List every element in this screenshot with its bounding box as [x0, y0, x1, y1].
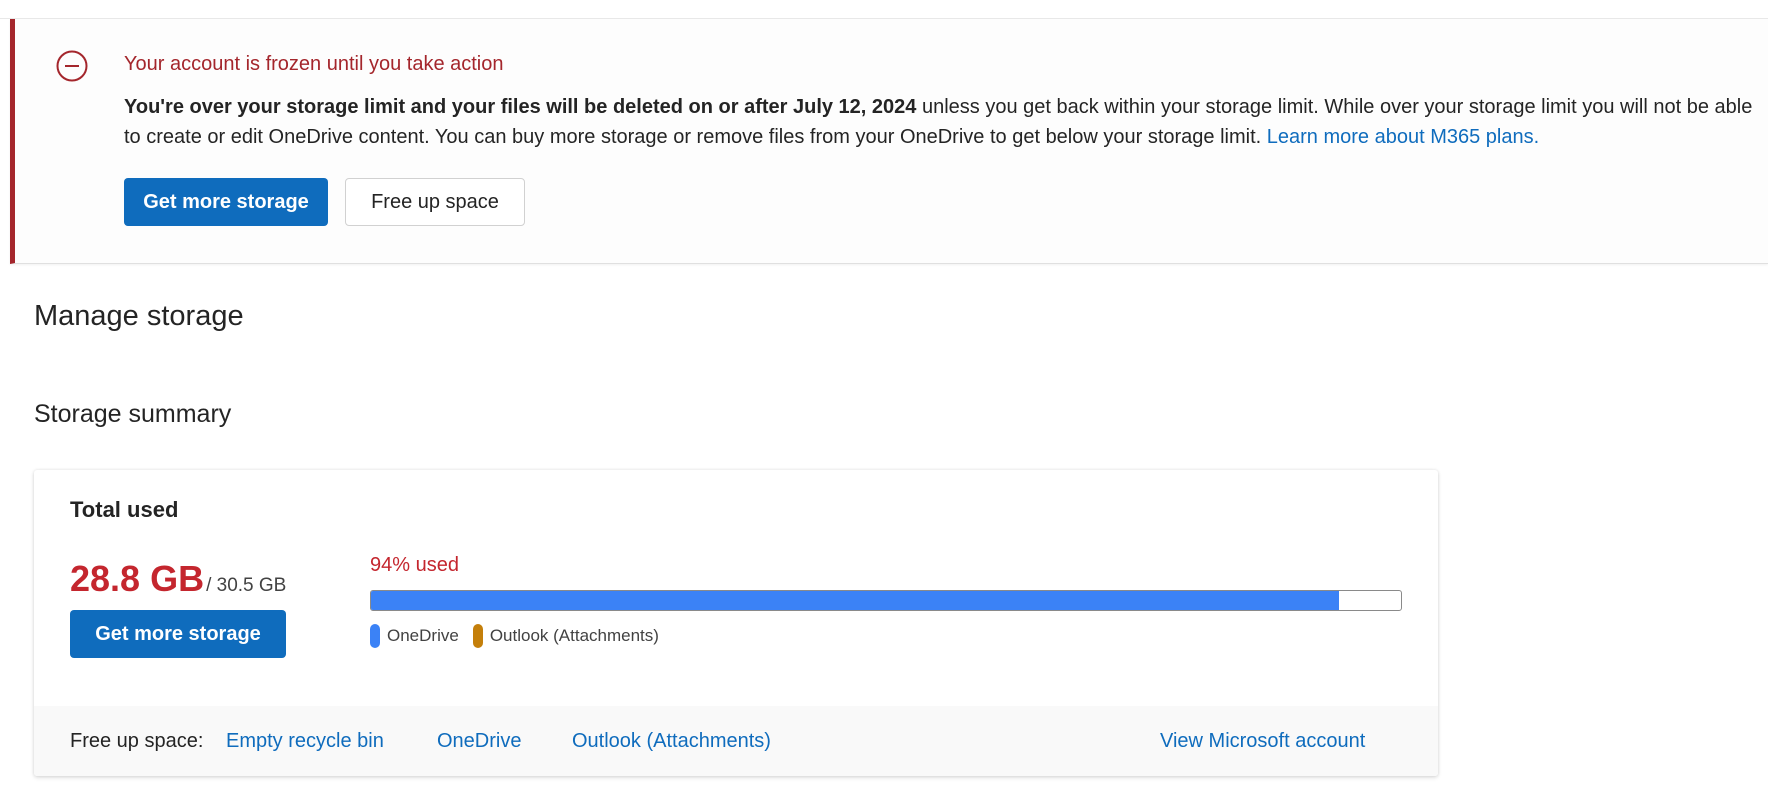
- legend-swatch-onedrive: [370, 624, 380, 648]
- total-amount: / 30.5 GB: [206, 575, 287, 596]
- storage-progress-fill-onedrive: [371, 591, 1340, 610]
- view-microsoft-account-link[interactable]: View Microsoft account: [1160, 730, 1365, 753]
- free-up-space-footer: Free up space: Empty recycle bin OneDriv…: [34, 706, 1438, 776]
- onedrive-link[interactable]: OneDrive: [437, 730, 521, 753]
- storage-progress-bar: [370, 590, 1402, 611]
- storage-legend: OneDrive Outlook (Attachments): [370, 624, 659, 648]
- storage-summary-heading: Storage summary: [34, 400, 232, 428]
- page-title: Manage storage: [34, 300, 244, 332]
- legend-label-onedrive: OneDrive: [387, 626, 459, 645]
- banner-message: You're over your storage limit and your …: [124, 92, 1754, 152]
- account-frozen-banner: Your account is frozen until you take ac…: [10, 19, 1768, 264]
- total-used-label: Total used: [70, 497, 179, 522]
- legend-item-outlook: Outlook (Attachments): [472, 624, 659, 648]
- percent-used-label: 94% used: [370, 554, 459, 576]
- storage-summary-card: Total used 28.8 GB/ 30.5 GB Get more sto…: [34, 470, 1438, 776]
- banner-get-more-storage-button[interactable]: Get more storage: [124, 178, 328, 226]
- legend-swatch-outlook: [472, 624, 483, 648]
- minus-circle-icon: [55, 49, 89, 83]
- banner-message-bold: You're over your storage limit and your …: [124, 96, 917, 118]
- used-amount: 28.8 GB: [70, 558, 205, 599]
- legend-label-outlook: Outlook (Attachments): [489, 626, 659, 645]
- legend-item-onedrive: OneDrive: [370, 624, 459, 648]
- storage-used-value: 28.8 GB/ 30.5 GB: [70, 558, 286, 600]
- get-more-storage-button[interactable]: Get more storage: [70, 610, 286, 658]
- learn-more-m365-link[interactable]: Learn more about M365 plans.: [1267, 126, 1539, 148]
- free-up-space-label: Free up space:: [70, 730, 204, 752]
- empty-recycle-bin-link[interactable]: Empty recycle bin: [226, 730, 384, 753]
- outlook-attachments-link[interactable]: Outlook (Attachments): [572, 730, 771, 753]
- banner-title: Your account is frozen until you take ac…: [124, 53, 504, 75]
- banner-free-up-space-button[interactable]: Free up space: [345, 178, 525, 226]
